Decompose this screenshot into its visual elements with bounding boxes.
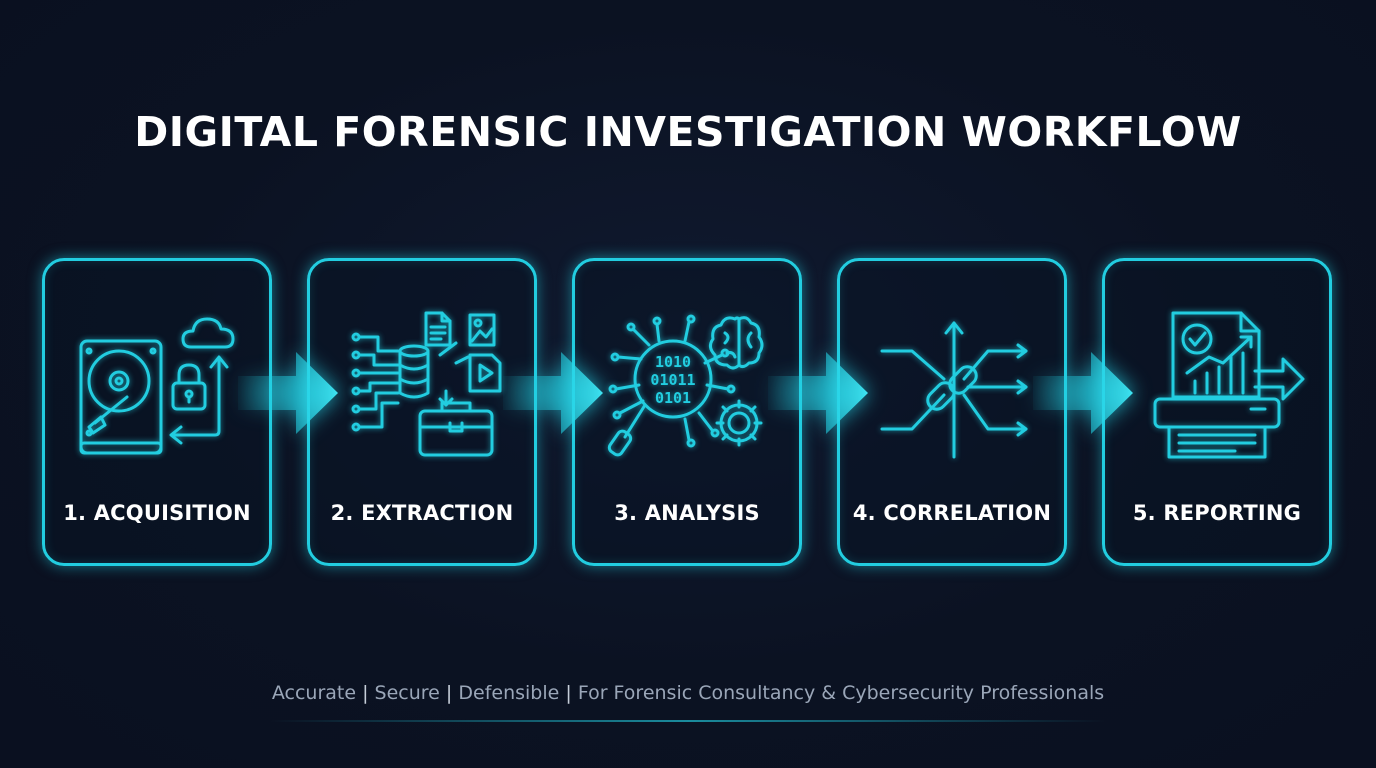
step-label-extraction: 2. EXTRACTION — [330, 501, 514, 525]
footer-separator: | — [445, 682, 453, 704]
svg-text:0101: 0101 — [655, 389, 691, 407]
footer-tagline: Accurate | Secure | Defensible | For For… — [0, 682, 1376, 704]
footer-item-audience: For Forensic Consultancy & Cybersecurity… — [577, 682, 1105, 704]
flow-arrow-icon — [238, 352, 338, 434]
svg-text:01011: 01011 — [650, 371, 695, 389]
step-label-acquisition: 1. ACQUISITION — [63, 501, 251, 525]
svg-text:1010: 1010 — [655, 353, 691, 371]
footer-item-secure: Secure — [374, 682, 440, 704]
footer-separator: | — [565, 682, 572, 704]
flow-arrow-icon — [1033, 352, 1133, 434]
footer-item-accurate: Accurate — [271, 682, 357, 704]
flow-arrow-icon — [768, 352, 868, 434]
hard-drive-cloud-lock-icon — [79, 317, 235, 455]
step-label-analysis: 3. ANALYSIS — [614, 501, 760, 525]
page-title: DIGITAL FORENSIC INVESTIGATION WORKFLOW — [134, 108, 1242, 156]
step-label-correlation: 4. CORRELATION — [852, 501, 1052, 525]
footer-separator: | — [362, 682, 369, 704]
flow-arrow-icon — [503, 352, 603, 434]
footer-item-defensible: Defensible — [458, 682, 560, 704]
step-label-reporting: 5. REPORTING — [1132, 501, 1302, 525]
footer-divider — [270, 720, 1106, 722]
